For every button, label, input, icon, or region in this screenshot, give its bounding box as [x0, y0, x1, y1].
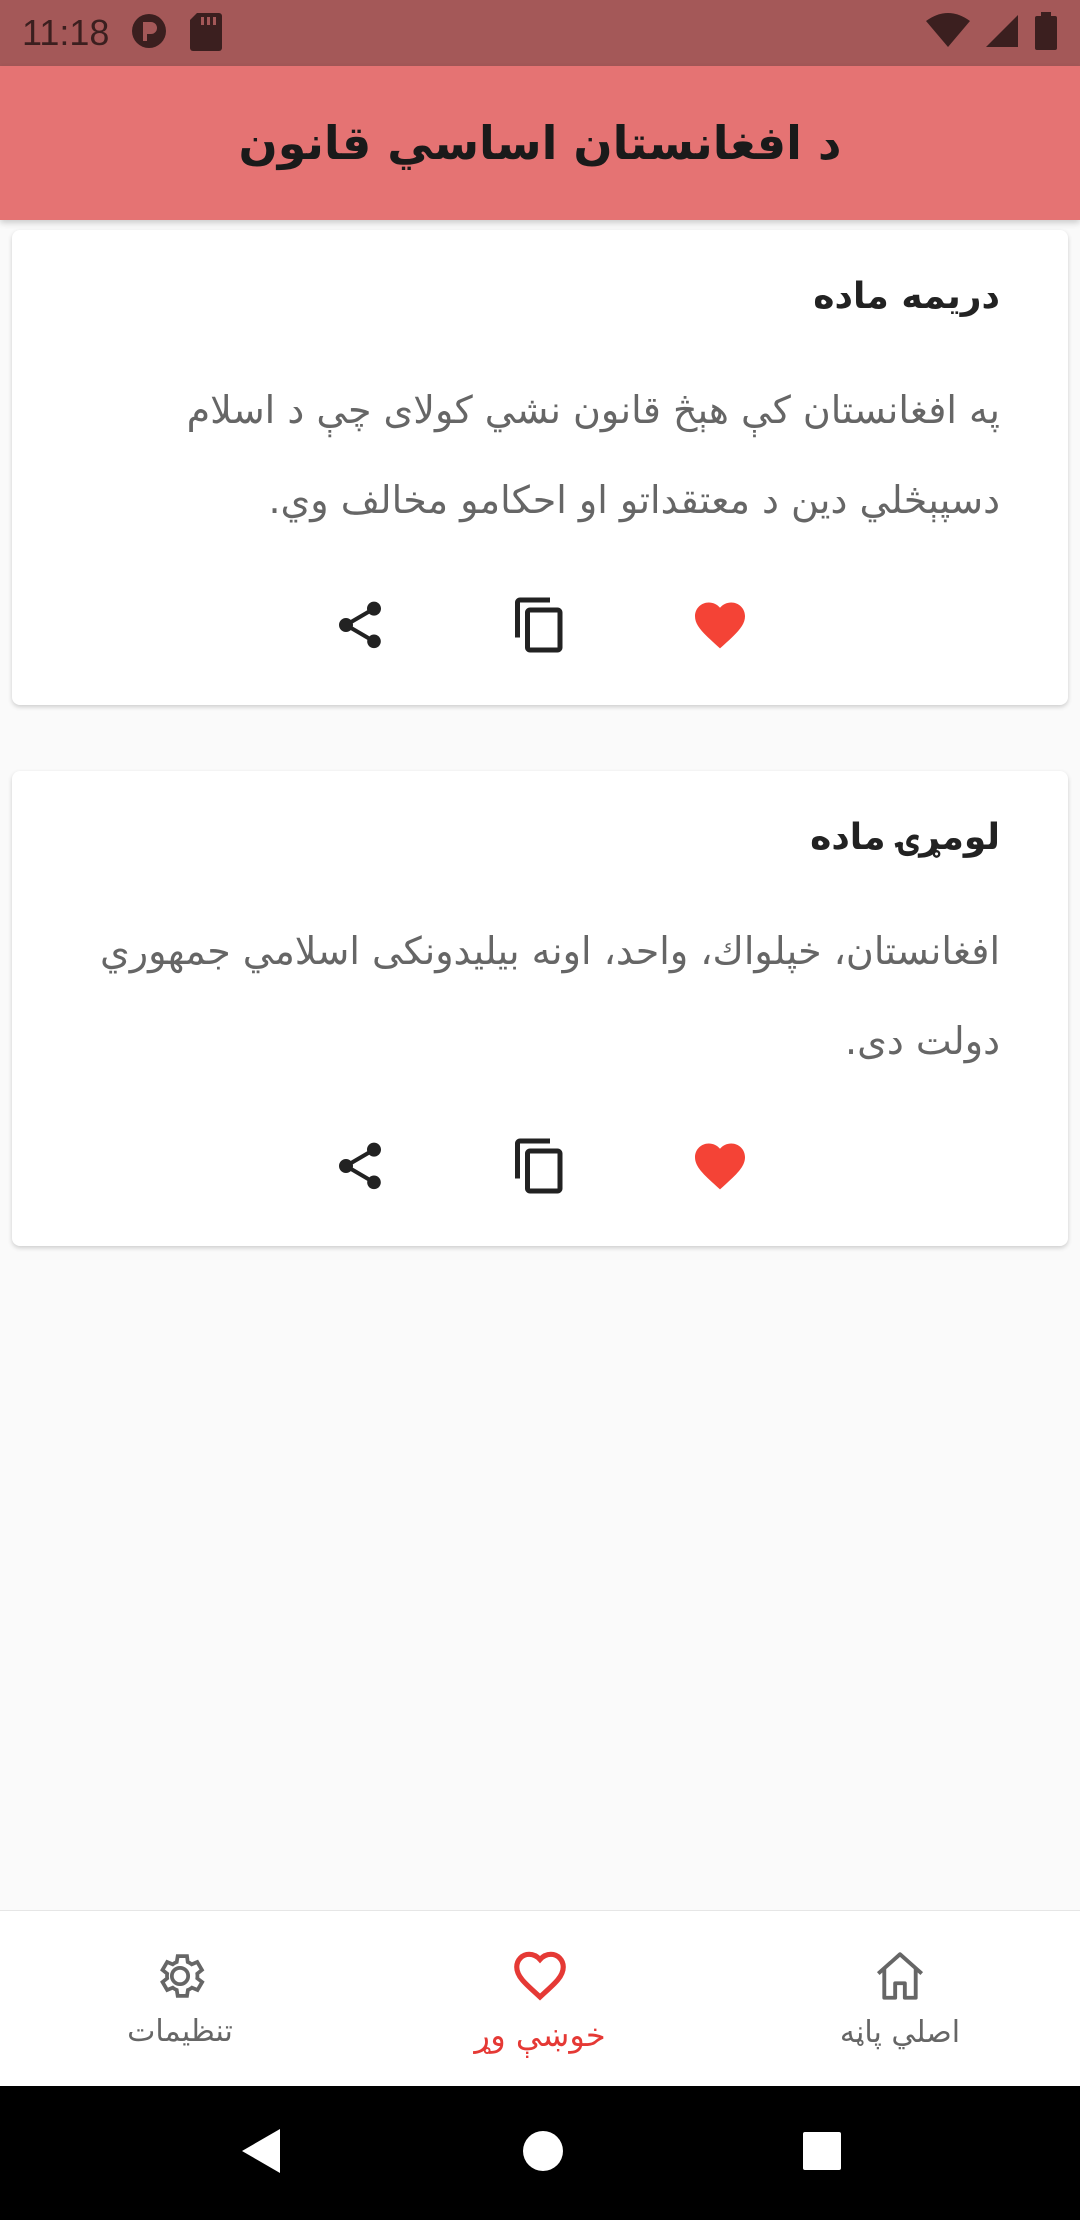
share-icon [339, 1142, 381, 1189]
app-bar: د افغانستان اساسي قانون [0, 66, 1080, 220]
nav-label-favorites: خوښې وړ [474, 2015, 606, 2054]
bottom-nav: تنظیمات خوښې وړ اصلي پاڼه [0, 1910, 1080, 2086]
system-nav-bar [0, 2086, 1080, 2220]
home-circle-icon [522, 2131, 563, 2171]
copy-icon [515, 1138, 563, 1194]
sd-card-icon [189, 11, 223, 55]
battery-icon [1034, 12, 1058, 54]
share-icon [339, 601, 381, 648]
nav-label-home: اصلي پاڼه [839, 2015, 961, 2050]
card-actions [80, 1126, 1000, 1206]
home-button[interactable] [521, 2129, 565, 2177]
nav-item-favorites[interactable]: خوښې وړ [360, 1911, 720, 2087]
status-bar: 11:18 [0, 0, 1080, 66]
article-title: دریمه ماده [813, 276, 1000, 317]
copy-button[interactable] [510, 1136, 570, 1196]
wifi-icon [926, 13, 970, 53]
nav-item-home[interactable]: اصلي پاڼه [720, 1911, 1080, 2087]
copy-button[interactable] [510, 595, 570, 655]
share-button[interactable] [330, 1136, 390, 1196]
signal-icon [984, 13, 1020, 53]
favorites-list: دریمه ماده په افغانستان کې هېڅ قانون نشي… [12, 230, 1068, 1312]
favorite-button[interactable] [690, 595, 750, 655]
recents-button[interactable] [802, 2131, 842, 2175]
article-title: لومړۍ ماده [810, 816, 1000, 858]
article-card: دریمه ماده په افغانستان کې هېڅ قانون نشي… [12, 230, 1068, 705]
nav-label-settings: تنظیمات [127, 2014, 233, 2049]
heart-icon [695, 602, 745, 649]
copy-icon [515, 597, 563, 653]
home-icon [876, 1952, 924, 2000]
page-title: د افغانستان اساسي قانون [238, 116, 842, 170]
card-actions [80, 585, 1000, 665]
article-card: لومړۍ ماده افغانستان، خپلواك، واحد، اونه… [12, 770, 1068, 1246]
share-button[interactable] [330, 595, 390, 655]
favorite-button[interactable] [690, 1136, 750, 1196]
article-body: په افغانستان کې هېڅ قانون نشي کولای چې د… [186, 387, 1000, 522]
media-icon [129, 11, 169, 55]
back-triangle-icon [242, 2129, 281, 2173]
article-body: افغانستان، خپلواك، واحد، اونه بیلیدونکی … [100, 928, 1000, 1063]
back-button[interactable] [238, 2127, 284, 2179]
status-time: 11:18 [22, 12, 110, 53]
status-right [926, 12, 1058, 54]
status-left: 11:18 [22, 11, 223, 55]
nav-item-settings[interactable]: تنظیمات [0, 1911, 360, 2087]
heart-icon [695, 1143, 745, 1189]
gear-icon [160, 1954, 205, 1998]
heart-outline-icon [514, 1951, 566, 2000]
recents-square-icon [802, 2132, 841, 2170]
